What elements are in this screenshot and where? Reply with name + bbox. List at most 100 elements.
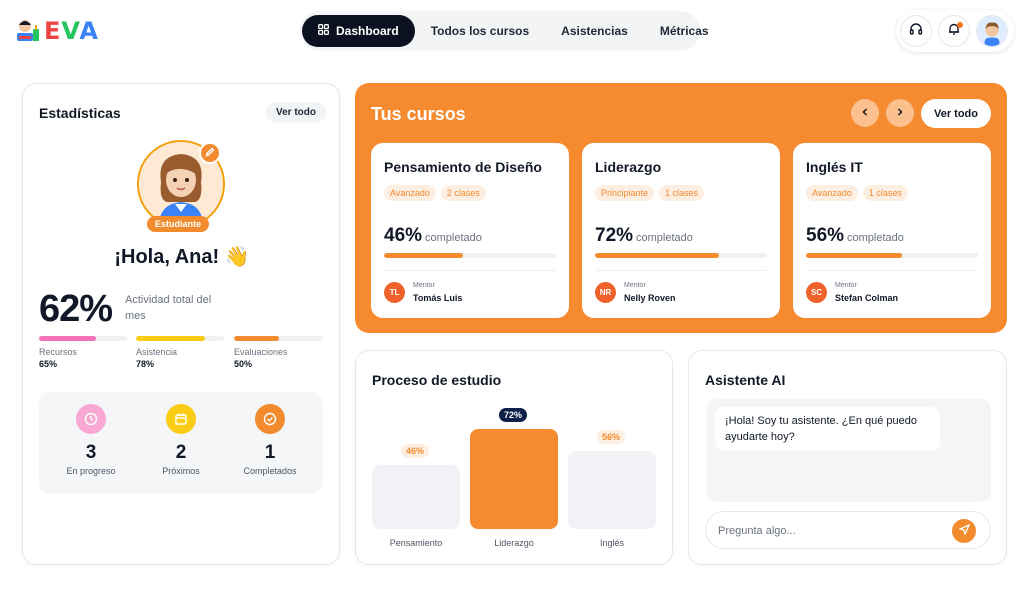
notification-dot	[957, 22, 963, 28]
divider	[806, 270, 978, 271]
edit-avatar-button[interactable]	[199, 142, 221, 164]
pencil-icon	[205, 144, 215, 162]
logo-text: EVA	[44, 17, 99, 45]
tab-todos-los-cursos[interactable]: Todos los cursos	[415, 15, 545, 47]
user-avatar[interactable]	[976, 15, 1008, 47]
course-percent: 56%	[806, 225, 845, 246]
headset-icon	[909, 22, 923, 41]
tab-label: Asistencias	[561, 24, 628, 38]
send-icon	[957, 522, 970, 540]
metric-bar	[39, 336, 127, 341]
mentor-name: Tomás Luis	[413, 293, 463, 303]
course-progress: 46% completado	[384, 225, 482, 247]
stats-title: Estadísticas	[39, 105, 121, 121]
course-progress-bar	[806, 253, 978, 258]
main-nav: Dashboard Todos los cursos Asistencias M…	[300, 11, 709, 51]
course-classes-tag: 1 clases	[659, 185, 705, 201]
clock-icon	[76, 404, 106, 434]
mentor-label: Mentor	[413, 282, 435, 289]
summary-count: 1	[264, 442, 276, 463]
metric-label: Evaluaciones	[234, 347, 288, 357]
tab-label: Dashboard	[336, 24, 399, 38]
completed-label: completado	[847, 232, 904, 244]
summary-label: Completados	[243, 466, 297, 476]
tab-label: Métricas	[659, 24, 709, 38]
course-progress-fill	[384, 253, 464, 258]
mentor-label: Mentor	[624, 282, 646, 289]
chevron-left-icon	[860, 104, 870, 122]
metric-bar	[234, 336, 323, 341]
metric-value: 50%	[234, 359, 253, 369]
course-percent: 72%	[595, 225, 634, 246]
metric-value: 78%	[136, 359, 155, 369]
metric-bar	[136, 336, 224, 341]
course-progress-bar	[384, 253, 556, 258]
course-title: Pensamiento de Diseño	[384, 159, 542, 175]
study-process-card: Proceso de estudio 46% Pensamiento 72% Lide…	[355, 350, 673, 565]
summary-in-progress[interactable]: 3 En progreso	[46, 404, 136, 476]
course-title: Liderazgo	[595, 159, 662, 175]
chart-bar	[568, 451, 656, 529]
ask-input[interactable]	[718, 521, 938, 541]
mentor-avatar: TL	[384, 282, 405, 303]
logo-letter-a: A	[79, 17, 99, 45]
metric-evaluaciones: Evaluaciones 50%	[234, 336, 323, 369]
course-card[interactable]: Pensamiento de Diseño Avanzado 2 clases …	[371, 143, 569, 318]
course-progress: 72% completado	[595, 225, 693, 247]
tab-dashboard[interactable]: Dashboard	[302, 15, 415, 47]
grid-icon	[318, 24, 329, 38]
course-tags: Avanzado 2 clases	[384, 185, 486, 201]
mentor-avatar: NR	[595, 282, 616, 303]
course-level-tag: Avanzado	[384, 185, 436, 201]
study-process-chart: 46% Pensamiento 72% Liderazgo 56% Inglés	[356, 351, 674, 566]
mentor-label: Mentor	[835, 282, 857, 289]
activity-percent: 62%	[39, 288, 113, 330]
metric-asistencia: Asistencia 78%	[136, 336, 224, 369]
notifications-button[interactable]	[938, 15, 970, 47]
courses-prev-button[interactable]	[851, 99, 879, 127]
course-progress-fill	[595, 253, 719, 258]
course-title: Inglés IT	[806, 159, 863, 175]
summary-count: 3	[85, 442, 97, 463]
metric-bar-fill	[234, 336, 279, 341]
course-card[interactable]: Inglés IT Avanzado 1 clases 56% completad…	[793, 143, 991, 318]
summary-label: Próximos	[162, 466, 200, 476]
send-button[interactable]	[952, 519, 976, 543]
divider	[384, 270, 556, 271]
activity-label: Actividad total del mes	[125, 294, 212, 322]
course-progress-bar	[595, 253, 767, 258]
ai-assistant-card: Asistente AI ¡Hola! Soy tu asistente. ¿E…	[688, 350, 1007, 565]
course-summary: 3 En progreso 2 Próximos 1 Completados	[39, 392, 323, 494]
metric-recursos: Recursos 65%	[39, 336, 127, 369]
chart-value-label: 56%	[597, 430, 626, 444]
mentor-name: Nelly Roven	[624, 293, 676, 303]
tab-label: Todos los cursos	[430, 24, 530, 38]
courses-next-button[interactable]	[886, 99, 914, 127]
mentor-avatar: SC	[806, 282, 827, 303]
tab-metricas[interactable]: Métricas	[644, 15, 725, 47]
tab-asistencias[interactable]: Asistencias	[545, 15, 644, 47]
support-button[interactable]	[900, 15, 932, 47]
course-tags: Avanzado 1 clases	[806, 185, 908, 201]
courses-view-all-button[interactable]: Ver todo	[921, 99, 991, 128]
course-classes-tag: 1 clases	[862, 185, 908, 201]
metric-bar-fill	[136, 336, 205, 341]
chart-value-label: 46%	[401, 444, 430, 458]
app-logo[interactable]: EVA	[14, 14, 104, 48]
greeting: ¡Hola, Ana! 👋	[114, 246, 250, 268]
chevron-right-icon	[895, 104, 905, 122]
summary-upcoming[interactable]: 2 Próximos	[136, 404, 226, 476]
stats-view-all-button[interactable]: Ver todo	[266, 102, 327, 123]
courses-panel: Tus cursos Ver todo Pensamiento de Diseñ…	[355, 83, 1007, 333]
metric-label: Recursos	[39, 347, 78, 357]
course-card[interactable]: Liderazgo Principiante 1 clases 72% compl…	[582, 143, 780, 318]
course-progress: 56% completado	[806, 225, 904, 247]
course-tags: Principiante 1 clases	[595, 185, 705, 201]
ai-assistant-title: Asistente AI	[705, 372, 786, 388]
metric-bar-fill	[39, 336, 97, 341]
chat-area: ¡Hola! Soy tu asistente. ¿En qué puedo a…	[707, 399, 991, 502]
summary-count: 2	[175, 442, 187, 463]
summary-completed[interactable]: 1 Completados	[225, 404, 315, 476]
course-level-tag: Principiante	[595, 185, 655, 201]
logo-mascot-icon	[14, 17, 42, 45]
